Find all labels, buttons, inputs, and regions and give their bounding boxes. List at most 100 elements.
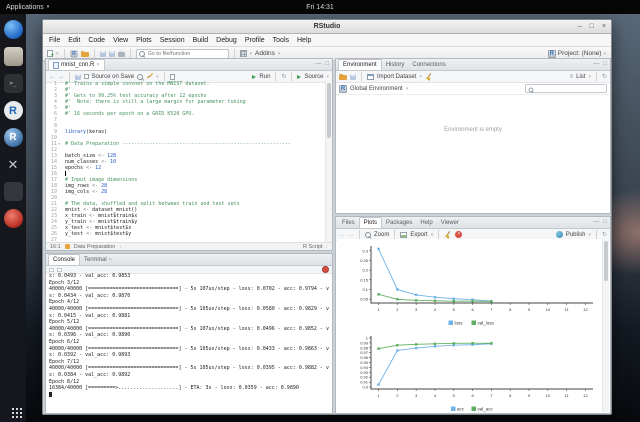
tab-help[interactable]: Help [416,218,436,228]
zoom-icon[interactable] [365,232,371,238]
show-applications-icon[interactable] [7,403,19,415]
stop-icon[interactable] [322,266,329,273]
close-icon[interactable]: × [96,62,99,68]
goto-file-input[interactable] [136,49,229,59]
tab-terminal[interactable]: Terminal× [80,255,116,265]
run-button[interactable]: Run [259,74,270,80]
tab-plots[interactable]: Plots [359,217,382,228]
editor-scrollbar[interactable] [325,81,332,243]
environment-search-input[interactable] [525,84,607,93]
back-icon[interactable]: ← [49,74,55,80]
list-view-selector[interactable]: List [576,74,585,80]
svg-text:0.98: 0.98 [360,345,369,350]
tab-files[interactable]: Files [338,218,359,228]
r-console-icon[interactable]: R [4,101,23,120]
clear-objects-icon[interactable] [425,73,433,81]
rerun-icon[interactable]: ↻ [281,74,286,80]
minimize-button[interactable]: – [578,23,582,30]
source-icon[interactable] [297,75,301,79]
save-workspace-icon[interactable] [350,74,356,80]
tab-mnist-cnn-r[interactable]: mnist_cnn.R× [48,59,105,70]
tab-packages[interactable]: Packages [382,218,416,228]
console-line: s: 0.0493 - val_acc: 0.9853 [49,273,329,280]
addins-button[interactable]: Addins [255,50,275,57]
maximize-pane-icon[interactable]: □ [603,61,607,67]
run-icon[interactable] [252,75,256,79]
refresh-icon[interactable]: ↻ [602,232,607,238]
previous-plot-icon[interactable]: ← [339,232,345,238]
publish-icon[interactable] [556,231,563,238]
code-editor[interactable]: 1#' Trains a simple convnet on the MNIST… [46,81,326,243]
export-icon[interactable] [400,232,407,238]
tools-icon[interactable]: ✕ [4,155,23,174]
console-output[interactable]: s: 0.0493 - val_acc: 0.9853Epoch 3/12400… [49,273,329,412]
dark-app-icon[interactable] [4,182,23,201]
menu-debug[interactable]: Debug [212,37,241,44]
import-dataset-icon[interactable] [367,74,374,80]
publish-button[interactable]: Publish [566,232,586,238]
maximize-pane-icon[interactable]: □ [603,219,607,225]
close-button[interactable]: × [602,23,606,30]
minimize-pane-icon[interactable]: — [593,219,599,225]
console-icon[interactable] [57,268,62,272]
menu-edit[interactable]: Edit [64,37,84,44]
menu-session[interactable]: Session [156,37,189,44]
menu-plots[interactable]: Plots [132,37,156,44]
source-button[interactable]: Source [304,74,323,80]
source-on-save-checkbox[interactable] [84,74,89,79]
menu-view[interactable]: View [109,37,132,44]
close-icon[interactable]: × [109,257,112,263]
plots-scrollbar[interactable] [602,239,609,412]
minimize-pane-icon[interactable]: — [315,61,321,67]
menu-tools[interactable]: Tools [269,37,293,44]
save-all-icon[interactable] [109,51,115,57]
scrollbar-thumb[interactable] [604,241,608,281]
tab-connections[interactable]: Connections [408,60,449,70]
print-icon[interactable] [118,52,125,57]
save-icon[interactable] [75,74,81,80]
rstudio-icon[interactable]: R [4,128,23,147]
console-icon[interactable] [49,268,54,272]
menu-file[interactable]: File [45,37,64,44]
section-navigator[interactable]: Data Preparation [74,244,116,250]
maximize-button[interactable]: □ [590,23,594,30]
compile-report-icon[interactable] [170,74,175,80]
addins-grid-icon[interactable] [240,50,247,57]
remove-plot-icon[interactable] [455,231,462,238]
menu-profile[interactable]: Profile [241,37,269,44]
tab-history[interactable]: History [382,60,409,70]
new-file-icon[interactable] [47,50,53,57]
terminal-icon[interactable]: >_ [4,74,23,93]
menu-help[interactable]: Help [293,37,315,44]
tab-viewer[interactable]: Viewer [437,218,463,228]
clear-plots-icon[interactable] [444,231,452,239]
maximize-pane-icon[interactable]: □ [325,61,329,67]
next-plot-icon[interactable]: → [348,232,354,238]
scrollbar-thumb[interactable] [327,83,331,138]
project-menu[interactable]: Project: (None) ▾ [548,50,606,58]
find-icon[interactable] [137,74,143,80]
environment-scope-selector[interactable]: Global Environment [350,86,403,92]
files-icon[interactable] [4,47,23,66]
load-workspace-icon[interactable] [339,75,347,80]
red-app-icon[interactable] [4,209,23,228]
refresh-icon[interactable]: ↻ [602,74,607,80]
browser-icon[interactable] [4,20,23,39]
applications-menu[interactable]: Applications ▾ [0,4,55,11]
window-titlebar[interactable]: RStudio – □ × [43,20,611,34]
caret-down-icon[interactable]: ▾ [56,51,59,57]
zoom-button[interactable]: Zoom [374,232,389,238]
code-tools-icon[interactable] [146,73,153,80]
menu-build[interactable]: Build [189,37,213,44]
forward-icon[interactable]: → [58,74,64,80]
import-dataset-button[interactable]: Import Dataset [377,74,416,80]
export-button[interactable]: Export [410,232,427,238]
open-file-icon[interactable] [81,52,89,57]
minimize-pane-icon[interactable]: — [593,61,599,67]
save-icon[interactable] [100,51,106,57]
menu-code[interactable]: Code [84,37,109,44]
doc-type-selector[interactable]: R Script [303,244,323,250]
tab-console[interactable]: Console [48,254,80,265]
new-project-icon[interactable] [70,50,77,57]
tab-environment[interactable]: Environment [338,59,382,70]
